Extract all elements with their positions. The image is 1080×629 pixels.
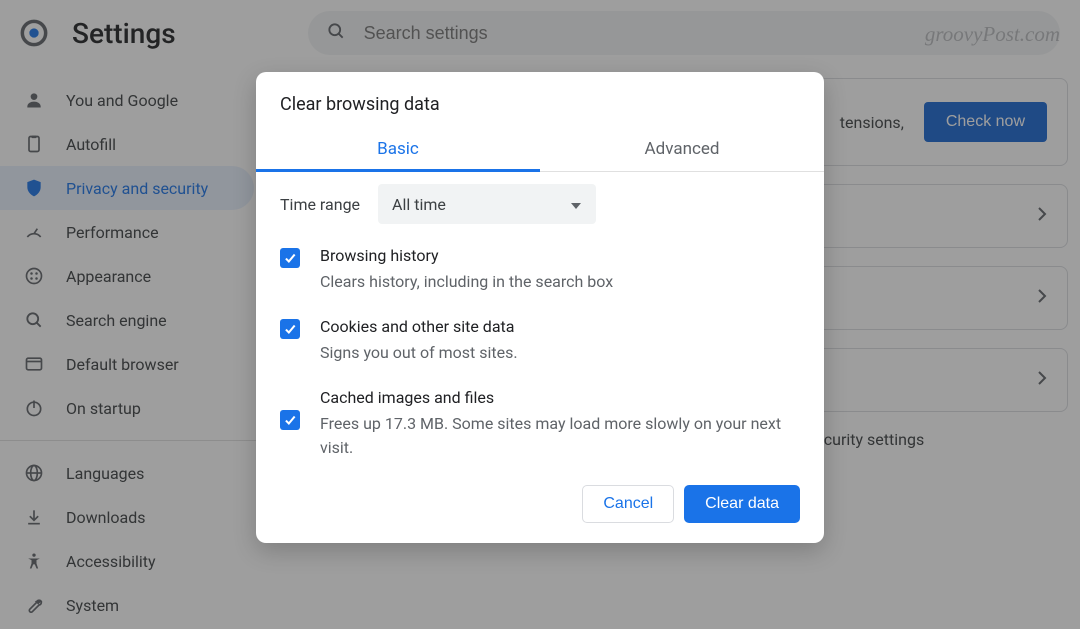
- cancel-button[interactable]: Cancel: [582, 485, 674, 523]
- option-desc: Signs you out of most sites.: [320, 341, 518, 364]
- time-range-select[interactable]: All time: [378, 184, 596, 224]
- tab-basic[interactable]: Basic: [256, 129, 540, 171]
- option-title: Cookies and other site data: [320, 317, 518, 336]
- tab-advanced[interactable]: Advanced: [540, 129, 824, 171]
- caret-down-icon: [570, 195, 582, 214]
- dialog-tabs: Basic Advanced: [256, 129, 824, 172]
- option-desc: Frees up 17.3 MB. Some sites may load mo…: [320, 412, 800, 458]
- checkbox-cookies[interactable]: [280, 319, 300, 339]
- option-title: Cached images and files: [320, 388, 800, 407]
- tab-label: Basic: [377, 139, 419, 159]
- tab-label: Advanced: [645, 139, 720, 159]
- time-range-value: All time: [392, 195, 446, 214]
- option-browsing-history: Browsing history Clears history, includi…: [280, 246, 800, 293]
- checkbox-cached[interactable]: [280, 410, 300, 430]
- modal-overlay: Clear browsing data Basic Advanced Time …: [0, 0, 1080, 629]
- option-desc: Clears history, including in the search …: [320, 270, 613, 293]
- option-cookies: Cookies and other site data Signs you ou…: [280, 317, 800, 364]
- option-title: Browsing history: [320, 246, 613, 265]
- checkbox-browsing-history[interactable]: [280, 248, 300, 268]
- clear-data-button[interactable]: Clear data: [684, 485, 800, 523]
- clear-browsing-data-dialog: Clear browsing data Basic Advanced Time …: [256, 72, 824, 543]
- dialog-title: Clear browsing data: [256, 94, 824, 129]
- time-range-label: Time range: [280, 195, 360, 214]
- option-cached: Cached images and files Frees up 17.3 MB…: [280, 388, 800, 458]
